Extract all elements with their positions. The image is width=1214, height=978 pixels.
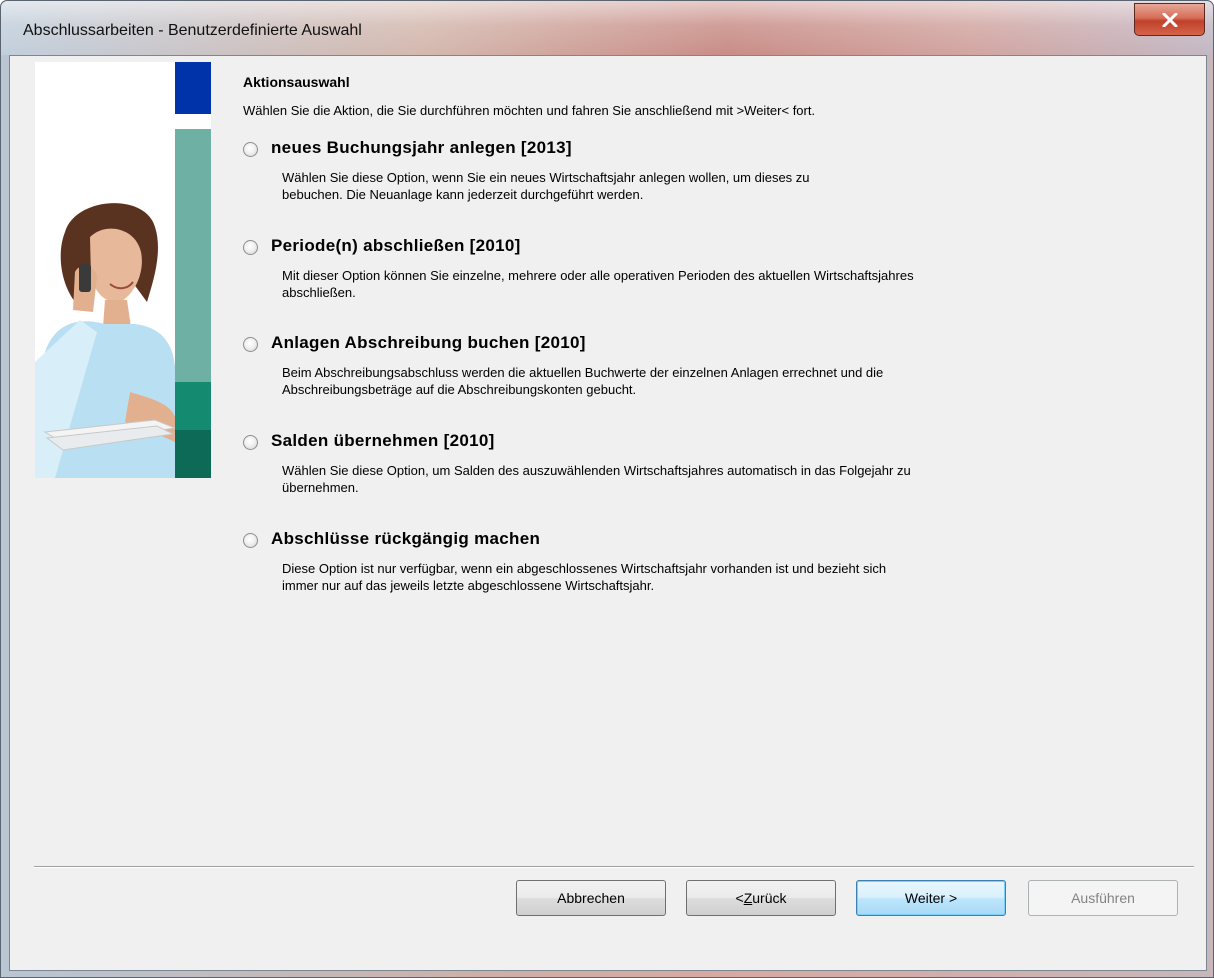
title-bar[interactable]: Abschlussarbeiten - Benutzerdefinierte A… bbox=[1, 1, 1213, 55]
back-button[interactable]: < Zurück bbox=[686, 880, 836, 916]
option-label[interactable]: Anlagen Abschreibung buchen [2010] bbox=[271, 333, 586, 353]
radio-button[interactable] bbox=[243, 435, 258, 450]
option-label[interactable]: Periode(n) abschließen [2010] bbox=[271, 236, 521, 256]
option-description: Wählen Sie diese Option, wenn Sie ein ne… bbox=[282, 170, 810, 202]
option-label[interactable]: Salden übernehmen [2010] bbox=[271, 431, 495, 451]
option-description: Wählen Sie diese Option, um Salden des a… bbox=[282, 463, 911, 495]
option-description: Beim Abschreibungsabschluss werden die a… bbox=[282, 365, 884, 397]
radio-button[interactable] bbox=[243, 533, 258, 548]
option-description: Diese Option ist nur verfügbar, wenn ein… bbox=[282, 561, 887, 593]
accent-bar-teal-light bbox=[175, 129, 211, 382]
wizard-side-graphic bbox=[35, 62, 211, 478]
page-instruction: Wählen Sie die Aktion, die Sie durchführ… bbox=[243, 103, 816, 118]
button-bar-divider bbox=[34, 866, 1194, 868]
page-title: Aktionsauswahl bbox=[243, 74, 350, 90]
close-button[interactable] bbox=[1134, 3, 1205, 36]
radio-button[interactable] bbox=[243, 142, 258, 157]
option-label[interactable]: Abschlüsse rückgängig machen bbox=[271, 529, 540, 549]
option-label[interactable]: neues Buchungsjahr anlegen [2013] bbox=[271, 138, 572, 158]
window-title: Abschlussarbeiten - Benutzerdefinierte A… bbox=[23, 22, 362, 39]
close-icon bbox=[1162, 12, 1178, 27]
radio-button[interactable] bbox=[243, 337, 258, 352]
accent-bar-blue bbox=[175, 62, 211, 114]
accent-bar-teal-mid bbox=[175, 382, 211, 430]
execute-button[interactable]: Ausführen bbox=[1028, 880, 1178, 916]
cancel-button[interactable]: Abbrechen bbox=[516, 880, 666, 916]
dialog-window: Abschlussarbeiten - Benutzerdefinierte A… bbox=[0, 0, 1214, 978]
accent-bar-teal-dark bbox=[175, 430, 211, 478]
dialog-client-area: Aktionsauswahl Wählen Sie die Aktion, di… bbox=[9, 55, 1207, 971]
next-button[interactable]: Weiter > bbox=[856, 880, 1006, 916]
option-description: Mit dieser Option können Sie einzelne, m… bbox=[282, 268, 914, 300]
woman-on-phone-illustration bbox=[35, 192, 175, 478]
radio-button[interactable] bbox=[243, 240, 258, 255]
